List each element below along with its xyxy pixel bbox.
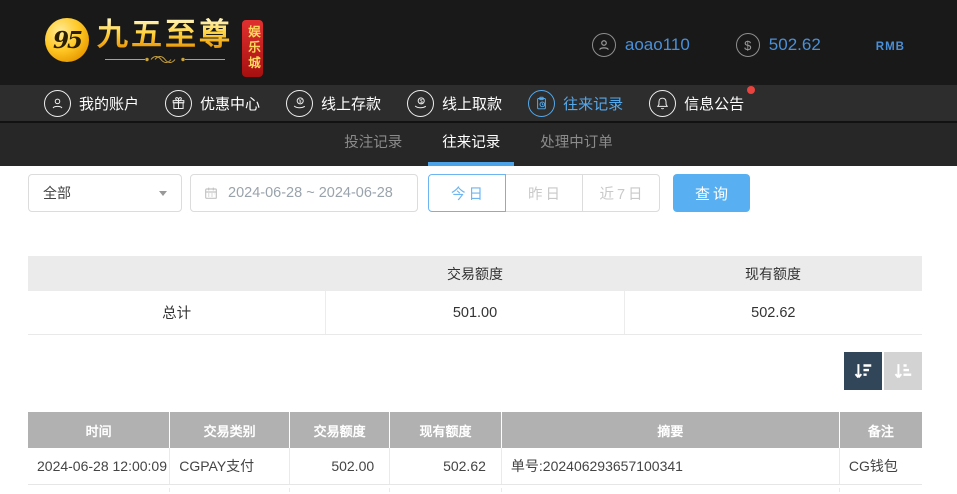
tab-transaction-records[interactable]: 往来记录	[428, 123, 515, 166]
summary-total-label: 总计	[162, 306, 192, 322]
cell-time: 2024-06-28 12:00:09	[37, 458, 167, 474]
balance-amount: 502.62	[768, 35, 821, 54]
summary-header-empty	[28, 256, 326, 291]
quick-yesterday-button[interactable]: 昨日	[505, 174, 583, 212]
dollar-icon: $	[735, 33, 760, 57]
type-select[interactable]: 全部	[28, 174, 182, 212]
currency-label: RMB	[875, 40, 905, 53]
summary-header-row: 交易额度 现有额度	[28, 256, 922, 291]
app-root: 95 九五至尊 娱乐城 aoao110 $ 502.62 RMB 我的账户 优惠…	[0, 0, 957, 494]
col-balance: 现有额度	[389, 412, 501, 448]
nav-label: 线上取款	[442, 95, 503, 113]
tab-label: 处理中订单	[540, 135, 613, 151]
table-row-partial	[28, 488, 922, 492]
col-amount: 交易额度	[289, 412, 389, 448]
summary-total-row: 总计 501.00 502.62	[28, 291, 922, 335]
sort-descending-button[interactable]	[844, 352, 882, 390]
col-type: 交易类别	[169, 412, 289, 448]
bell-icon	[649, 89, 677, 117]
records-icon	[528, 89, 556, 117]
cell-note: CG钱包	[838, 448, 922, 484]
tab-label: 投注记录	[344, 135, 403, 151]
date-range-value: 2024-06-28 ~ 2024-06-28	[228, 185, 393, 201]
sort-toolbar	[844, 352, 922, 390]
logo-text-block: 九五至尊	[97, 18, 233, 66]
cell-amount: 502.00	[289, 448, 389, 484]
brand-name: 九五至尊	[97, 17, 233, 52]
user-icon	[44, 89, 71, 117]
col-time: 时间	[85, 423, 112, 439]
top-header: 95 九五至尊 娱乐城 aoao110 $ 502.62 RMB	[0, 0, 957, 85]
table-row: 2024-06-28 12:00:09 CGPAY支付 502.00 502.6…	[28, 448, 922, 485]
calendar-icon	[205, 187, 217, 199]
col-note: 备注	[838, 412, 922, 448]
nav-label: 往来记录	[563, 95, 624, 113]
records-table: 时间 交易类别 交易额度 现有额度 摘要 备注 2024-06-28 12:00…	[28, 412, 922, 492]
nav-item-withdraw[interactable]: $ 线上取款	[407, 89, 503, 117]
balance-info[interactable]: $ 502.62	[735, 33, 870, 57]
nav-item-promotions[interactable]: 优惠中心	[165, 89, 261, 117]
nav-label: 我的账户	[79, 95, 140, 113]
dollar-glyph: $	[744, 37, 752, 53]
type-select-value: 全部	[43, 185, 71, 201]
cell-summary: 单号:202406293657100341	[500, 448, 839, 484]
date-range-input[interactable]: 2024-06-28 ~ 2024-06-28	[190, 174, 418, 212]
brand-badge: 娱乐城	[242, 20, 263, 77]
summary-total-amount: 501.00	[325, 291, 623, 334]
tab-bet-records[interactable]: 投注记录	[330, 123, 416, 166]
nav-item-deposit[interactable]: ¥ 线上存款	[286, 89, 382, 117]
nav-item-announcements[interactable]: 信息公告	[649, 85, 756, 117]
deposit-icon: ¥	[286, 89, 314, 117]
summary-header-balance: 现有额度	[745, 265, 801, 282]
quick-range-group: 今日 昨日 近7日	[428, 174, 660, 212]
summary-header-amount: 交易额度	[447, 265, 503, 282]
quick-7days-button[interactable]: 近7日	[582, 174, 660, 212]
username: aoao110	[624, 35, 690, 54]
flourish-ornament	[105, 56, 225, 63]
sort-ascending-button[interactable]	[884, 352, 922, 390]
cell-balance: 502.62	[389, 448, 501, 484]
logo-mark-text: 95	[52, 26, 83, 54]
user-info[interactable]: aoao110	[591, 33, 690, 57]
summary-total-balance: 502.62	[623, 291, 922, 334]
filter-bar: 全部 2024-06-28 ~ 2024-06-28 今日 昨日 近7日 查询	[28, 174, 750, 212]
nav-item-my-account[interactable]: 我的账户	[44, 89, 140, 117]
tab-label: 往来记录	[442, 135, 501, 151]
nav-item-transactions[interactable]: 往来记录	[528, 89, 624, 117]
withdraw-icon: $	[407, 89, 435, 117]
col-summary: 摘要	[500, 412, 839, 448]
cell-type: CGPAY支付	[169, 448, 289, 484]
content-area: 全部 2024-06-28 ~ 2024-06-28 今日 昨日 近7日 查询	[0, 166, 957, 492]
caret-down-icon	[159, 190, 167, 196]
main-nav: 我的账户 优惠中心 ¥ 线上存款 $ 线上取款 往来记录 信息公告	[0, 85, 957, 123]
quick-today-button[interactable]: 今日	[428, 174, 506, 212]
summary-table: 交易额度 现有额度 总计 501.00 502.62	[28, 256, 922, 335]
notification-dot	[747, 85, 756, 94]
search-button[interactable]: 查询	[673, 174, 750, 212]
logo-mark-icon: 95	[45, 18, 89, 62]
records-header-row: 时间 交易类别 交易额度 现有额度 摘要 备注	[28, 412, 922, 448]
user-area: aoao110 $ 502.62 RMB	[591, 33, 905, 57]
sub-nav: 投注记录 往来记录 处理中订单	[0, 123, 957, 166]
tab-pending-orders[interactable]: 处理中订单	[526, 123, 627, 166]
site-logo[interactable]: 95 九五至尊 娱乐城	[45, 18, 263, 77]
gift-icon	[165, 89, 193, 117]
nav-label: 优惠中心	[200, 95, 261, 113]
nav-label: 信息公告	[684, 95, 745, 113]
nav-label: 线上存款	[321, 95, 382, 113]
user-avatar-icon	[591, 33, 616, 57]
